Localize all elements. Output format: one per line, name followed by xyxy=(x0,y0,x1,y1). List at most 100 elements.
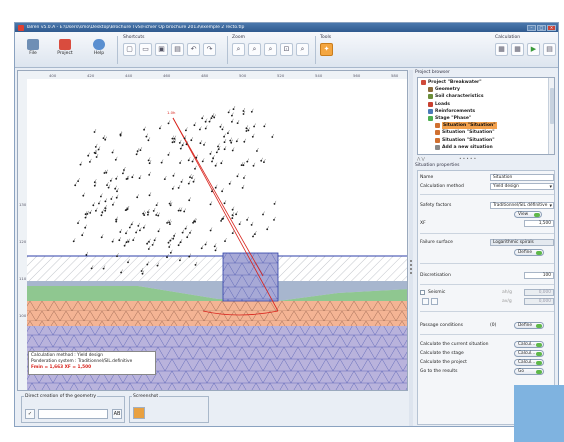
calculation-run-icon[interactable]: ▶ xyxy=(527,43,540,56)
left-ruler-label: 130 xyxy=(19,202,27,207)
left-ruler xyxy=(18,79,27,390)
calc-stage-button[interactable]: Calcul... xyxy=(514,350,544,357)
vector-point xyxy=(145,135,148,138)
calculation-list-icon[interactable]: ▦ xyxy=(495,43,508,56)
geometry-input[interactable] xyxy=(38,409,108,419)
maximize-button[interactable]: □ xyxy=(537,24,546,31)
calc-project-button[interactable]: Calcul... xyxy=(514,359,544,366)
calculation-grid-icon[interactable]: ▦ xyxy=(511,43,524,56)
vector-point xyxy=(125,241,128,244)
zoom-in-icon[interactable]: ⌕ xyxy=(232,43,245,56)
screenshot-frame: Screenshot xyxy=(129,394,209,423)
zoom-title: Zoom xyxy=(232,35,245,40)
vector-point xyxy=(157,230,160,233)
vector-point xyxy=(100,214,103,217)
tree-item[interactable]: Geometry xyxy=(419,86,548,93)
project-label: Project xyxy=(57,51,73,56)
close-button[interactable]: × xyxy=(547,24,556,31)
new-file-icon[interactable]: ▢ xyxy=(123,43,136,56)
failure-define-button[interactable]: Define xyxy=(514,249,544,256)
direct-creation-frame: Direct creation of the geometry ✓ AB xyxy=(21,394,125,423)
tree-item-label: Project "Breakwater" xyxy=(428,80,482,85)
vector-point xyxy=(179,259,181,262)
project-icon xyxy=(59,39,71,50)
drawing-canvas[interactable]: 400 420 440 460 480 500 520 540 560 580 130 120 1… xyxy=(17,70,408,391)
tools-icon[interactable]: ✦ xyxy=(320,43,333,56)
help-icon xyxy=(93,39,105,50)
tree-item[interactable]: Project "Breakwater" xyxy=(419,79,548,86)
calc-label: Calcul... xyxy=(518,360,536,365)
zoom-window-icon[interactable]: ⌕ xyxy=(264,43,277,56)
ruler-label: 480 xyxy=(201,73,209,78)
window-title: Talren v5.0.A - E:\Users\smo\Desktop\Bro… xyxy=(26,25,245,30)
seismic-option-icon[interactable] xyxy=(422,298,429,305)
camera-icon[interactable] xyxy=(133,407,145,419)
calculation-info-box: Calculation method : Yield design Ponder… xyxy=(28,351,156,375)
calc-current-button[interactable]: Calcul... xyxy=(514,341,544,348)
ribbon-toolbar: File Project Help Shortcuts ▢ ▭ ▣ ▤ ↶ ↷ … xyxy=(15,32,558,68)
av-label: av/g xyxy=(502,299,512,304)
ruler-label: 400 xyxy=(49,73,57,78)
file-icon xyxy=(27,39,39,50)
left-ruler-label: 110 xyxy=(19,276,27,281)
discretisation-input[interactable]: 100 xyxy=(524,272,554,279)
vector-point xyxy=(171,137,174,140)
tree-scrollbar[interactable] xyxy=(548,78,554,154)
model-drawing: 400 420 440 460 480 500 520 540 560 580 130 120 1… xyxy=(18,71,407,390)
vector-point xyxy=(227,132,229,135)
view-button[interactable]: View xyxy=(514,211,542,218)
tree-scroll-thumb[interactable] xyxy=(550,88,554,124)
tree-item[interactable]: Reinforcements xyxy=(419,108,548,115)
safety-select[interactable]: Traditionnel/SIL définitive xyxy=(490,202,554,209)
help-button[interactable]: Help xyxy=(85,38,113,62)
tree-node-icon xyxy=(435,144,440,150)
ruler-label: 580 xyxy=(391,73,399,78)
tree-item[interactable]: Loads xyxy=(419,101,548,108)
zoom-previous-icon[interactable]: ⌕ xyxy=(296,43,309,56)
view-label: View xyxy=(518,212,529,217)
tree-item[interactable]: Situation "Situation" xyxy=(419,122,548,130)
method-select[interactable]: Yield design xyxy=(490,183,554,190)
vector-point xyxy=(106,184,108,186)
print-icon[interactable]: ▤ xyxy=(171,43,184,56)
redo-icon[interactable]: ↷ xyxy=(203,43,216,56)
horizontal-splitter[interactable]: ⋀ ⋁ • • • • • xyxy=(417,156,555,161)
arrow-icon xyxy=(536,343,542,347)
tree-item[interactable]: Soil characteristics xyxy=(419,93,548,100)
calculation-results-icon[interactable]: ▤ xyxy=(543,43,556,56)
calc-label: Calcul... xyxy=(518,351,536,356)
discretisation-label: Discretisation xyxy=(420,273,451,278)
xf-input[interactable]: 1,500 xyxy=(524,220,554,227)
tree-item[interactable]: Situation "Situation" xyxy=(419,137,548,144)
vector-point xyxy=(169,251,172,254)
seismic-checkbox[interactable] xyxy=(420,290,425,295)
screenshot-label: Screenshot xyxy=(132,394,160,399)
check-icon[interactable]: ✓ xyxy=(25,409,35,419)
tree-item[interactable]: Stage "Phase" xyxy=(419,115,548,122)
minimize-button[interactable]: – xyxy=(527,24,536,31)
project-button[interactable]: Project xyxy=(51,38,79,62)
ab-icon[interactable]: AB xyxy=(112,409,122,419)
ah-input[interactable]: 0,000 xyxy=(524,289,554,296)
vector-point xyxy=(143,128,145,131)
arrow-icon xyxy=(536,370,542,374)
failure-value: Logarithmic spirals xyxy=(490,239,554,246)
open-folder-icon[interactable]: ▭ xyxy=(139,43,152,56)
passage-define-button[interactable]: Define xyxy=(514,322,544,329)
seismic-option-icon[interactable] xyxy=(431,298,438,305)
go-results-button[interactable]: Go xyxy=(514,368,544,375)
tree-item[interactable]: Add a new situation xyxy=(419,144,548,151)
zoom-out-icon[interactable]: ⌕ xyxy=(248,43,261,56)
zoom-fit-icon[interactable]: ⊡ xyxy=(280,43,293,56)
vector-point xyxy=(169,204,172,207)
tree-node-icon xyxy=(428,108,433,114)
save-icon[interactable]: ▣ xyxy=(155,43,168,56)
file-button[interactable]: File xyxy=(19,38,47,62)
failure-label: Failure surface xyxy=(420,240,453,245)
arrow-icon xyxy=(536,361,542,365)
undo-icon[interactable]: ↶ xyxy=(187,43,200,56)
av-input[interactable]: 0,000 xyxy=(524,298,554,305)
name-input[interactable]: Situation xyxy=(490,174,554,181)
method-label: Calculation method xyxy=(420,184,464,189)
tree-item[interactable]: Situation "Situation" xyxy=(419,129,548,136)
